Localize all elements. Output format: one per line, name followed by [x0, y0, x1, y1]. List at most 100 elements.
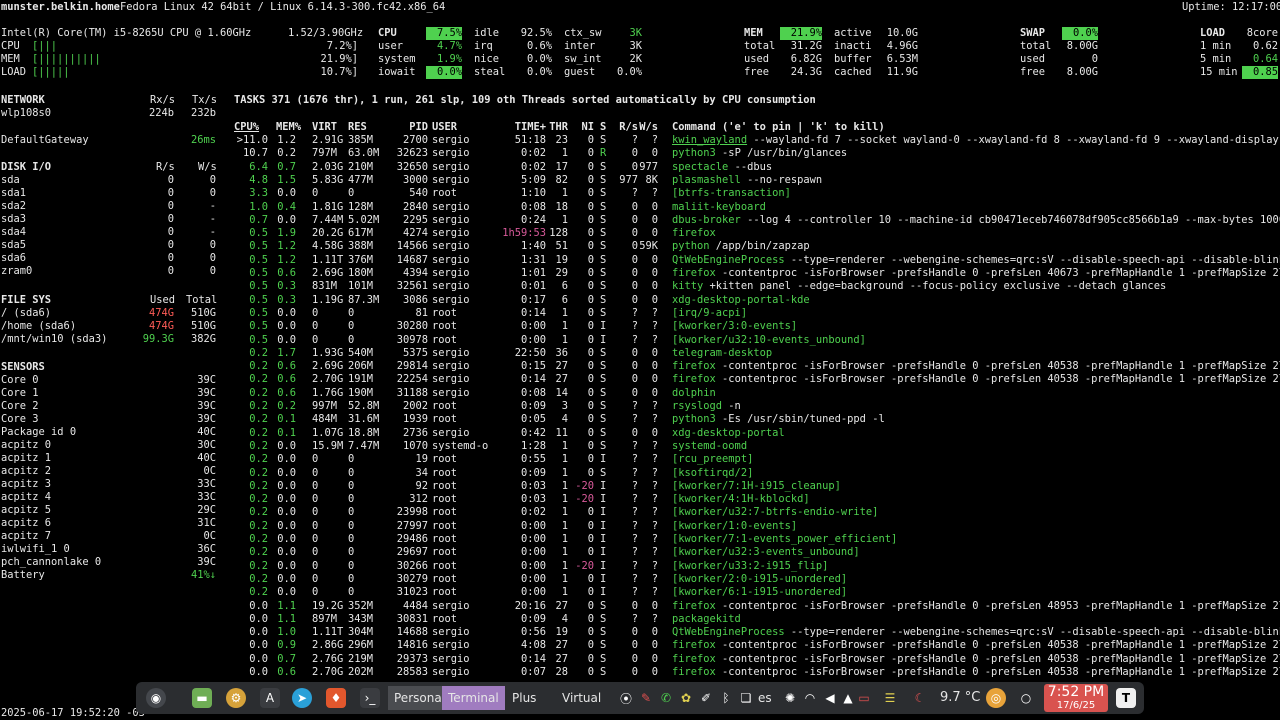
process-row[interactable]: 3.3 0.0 0 0 540 root 1:10 1 0 S?? [btrfs-transacti…: [234, 187, 1280, 200]
process-row[interactable]: 0.7 0.0 7.44M 5.02M 2295 sergio 0:24 1 0 S 0 0 dbus-…: [234, 214, 1280, 227]
process-row[interactable]: 0.5 1.2 4.58G 388M 14566 sergio 1:40 51 0 S 0 59K py…: [234, 240, 1280, 253]
col-time[interactable]: TIME+: [502, 121, 546, 134]
col-user[interactable]: USER: [432, 121, 457, 134]
col-virt[interactable]: VIRT: [312, 121, 337, 134]
process-row[interactable]: 0.0 1.1 897M 343M 30831 root 0:09 4 0 S?? packagek…: [234, 613, 1280, 626]
process-row[interactable]: 0.2 0.6 2.69G 206M 29814 sergio 0:15 27 0 S 0 0 fire…: [234, 360, 1280, 373]
load-stat-label: 5 min: [1200, 53, 1232, 65]
keyboard-layout[interactable]: es: [752, 686, 778, 710]
process-row[interactable]: 0.0 0.9 2.86G 296M 14816 sergio 4:08 27 0 S 0 0 fire…: [234, 639, 1280, 652]
col-rs[interactable]: R/s: [616, 121, 638, 134]
process-row[interactable]: 0.2 0.1 484M 31.6M 1939 root 0:05 4 0 S?? python3 …: [234, 413, 1280, 426]
process-row[interactable]: 0.2 0.0 0 0 29697 root 0:00 1 0 I?? [kworker/u32:3…: [234, 546, 1280, 559]
tab-virtual[interactable]: Virtual: [556, 686, 607, 710]
gitlab-icon[interactable]: ♦: [326, 688, 346, 708]
col-res[interactable]: RES: [348, 121, 367, 134]
process-row[interactable]: 0.2 0.0 0 0 27997 root 0:00 1 0 I?? [kworker/1:0-e…: [234, 520, 1280, 533]
overview-icon[interactable]: ◉: [146, 688, 166, 708]
pin-icon[interactable]: ✎: [636, 688, 656, 708]
mem-stat-label: inacti: [834, 40, 872, 52]
os-info: Fedora Linux 42 64bit / Linux 6.14.3-300…: [120, 1, 446, 13]
process-row[interactable]: 0.2 0.6 1.76G 190M 31188 sergio 0:08 14 0 S 0 0 dolp…: [234, 387, 1280, 400]
process-row[interactable]: 0.0 0.6 2.70G 202M 28583 sergio 0:07 28 0 S 0 0 fire…: [234, 666, 1280, 679]
proc-pid: 3086: [402, 293, 428, 306]
notes-icon[interactable]: ✿: [676, 688, 696, 708]
mem-stat-label: used: [744, 53, 770, 65]
col-command[interactable]: Command ('e' to pin | 'k' to kill): [672, 121, 885, 134]
process-row[interactable]: >11.0 1.2 2.91G 385M 2700 sergio 51:18 23 0 S?? kw…: [234, 134, 1280, 147]
text-editor-icon[interactable]: A: [260, 688, 280, 708]
proc-threads: 1: [561, 187, 568, 200]
proc-read: 0: [631, 626, 638, 639]
volume-icon[interactable]: ◀: [820, 688, 840, 708]
brightness-icon[interactable]: ✺: [780, 688, 800, 708]
telegram-icon[interactable]: ➤: [292, 688, 312, 708]
col-ws[interactable]: W/s: [636, 121, 658, 134]
process-row[interactable]: 0.2 0.0 0 0 23998 root 0:02 1 0 I?? [kworker/u32:7…: [234, 506, 1280, 519]
cpu-stat-value: 3K: [629, 40, 642, 52]
process-row[interactable]: 0.0 0.7 2.76G 219M 29373 sergio 0:14 27 0 S 0 0 fire…: [234, 653, 1280, 666]
process-row[interactable]: 0.2 0.0 0 0 19 root 0:55 1 0 I?? [rcu_preempt]: [234, 453, 1280, 466]
process-row[interactable]: 0.5 0.0 0 0 30280 root 0:00 1 0 I?? [kworker/3:0-e…: [234, 320, 1280, 333]
whatsapp-icon[interactable]: ✆: [656, 688, 676, 708]
process-row[interactable]: 0.2 0.0 0 0 30279 root 0:00 1 0 I?? [kworker/2:0-i…: [234, 573, 1280, 586]
ql-cpu-bar: [|||: [32, 40, 58, 52]
proc-write: 0: [651, 267, 658, 279]
process-row[interactable]: 6.4 0.7 2.03G 210M 32650 sergio 0:02 17 0 S 0 977 sp…: [234, 161, 1280, 174]
col-thr[interactable]: THR: [548, 121, 568, 134]
wifi-icon[interactable]: ◠: [800, 688, 820, 708]
files-icon[interactable]: ▬: [192, 688, 212, 708]
proc-threads: 4: [561, 413, 568, 426]
process-row[interactable]: 1.0 0.4 1.81G 128M 2840 sergio 0:08 18 0 S 0 0 malii…: [234, 201, 1280, 214]
col-s[interactable]: S: [600, 121, 606, 134]
proc-virt: 1.76G: [312, 386, 344, 399]
process-row[interactable]: 0.5 1.2 1.11T 376M 14687 sergio 1:31 19 0 S 0 0 QtWe…: [234, 254, 1280, 267]
calendar-icon[interactable]: ☰: [880, 688, 900, 708]
process-row[interactable]: 0.5 0.0 0 0 30978 root 0:00 1 0 I?? [kworker/u32:1…: [234, 334, 1280, 347]
tab-plus[interactable]: Plus: [506, 686, 542, 710]
process-row[interactable]: 0.0 1.1 19.2G 352M 4484 sergio 20:16 27 0 S 0 0 fire…: [234, 600, 1280, 613]
proc-state: S: [600, 306, 607, 319]
process-row[interactable]: 0.5 0.3 1.19G 87.3M 3086 sergio 0:17 6 0 S 0 0 xdg-d…: [234, 294, 1280, 307]
process-row[interactable]: 0.2 0.0 0 0 34 root 0:09 1 0 S?? [ksoftirqd/2]: [234, 467, 1280, 480]
process-row[interactable]: 0.5 1.9 20.2G 617M 4274 sergio 1h59:53 128 0 S 0 0 f…: [234, 227, 1280, 240]
process-row[interactable]: 0.5 0.3 831M 101M 32561 sergio 0:01 6 0 S 0 0 kitty …: [234, 280, 1280, 293]
process-row[interactable]: 0.2 0.1 1.07G 18.8M 2736 sergio 0:42 11 0 S 0 0 xdg-…: [234, 427, 1280, 440]
process-row[interactable]: 10.7 0.2 797M 63.0M 32623 sergio 0:02 1 0 R 0 0 pyth…: [234, 147, 1280, 160]
circle-icon[interactable]: ○: [1016, 688, 1036, 708]
process-row[interactable]: 0.5 0.0 0 0 81 root 0:14 1 0 S?? [irq/9-acpi]: [234, 307, 1280, 320]
battery-icon[interactable]: ▭: [854, 688, 874, 708]
settings-icon[interactable]: ⚙: [226, 688, 246, 708]
process-row[interactable]: 4.8 1.5 5.83G 477M 3000 sergio 5:09 82 0 S 977 8K pl…: [234, 174, 1280, 187]
process-row[interactable]: 0.5 0.6 2.69G 180M 4394 sergio 1:01 29 0 S 0 0 firef…: [234, 267, 1280, 280]
proc-nice: 0: [587, 280, 594, 293]
proc-read: ?: [631, 134, 638, 146]
process-row[interactable]: 0.2 0.0 0 0 31023 root 0:00 1 0 I?? [kworker/6:1-i…: [234, 586, 1280, 599]
browser-icon[interactable]: ◎: [986, 688, 1006, 708]
process-row[interactable]: 0.2 1.7 1.93G 540M 5375 sergio 22:50 36 0 S 0 0 tele…: [234, 347, 1280, 360]
clock[interactable]: 7:52 PM 17/6/25: [1044, 684, 1108, 712]
tab-terminal[interactable]: Terminal: [442, 686, 505, 710]
show-desktop-icon[interactable]: T: [1116, 688, 1136, 708]
col-cpu[interactable]: CPU%: [234, 121, 268, 134]
col-mem[interactable]: MEM%: [276, 121, 301, 134]
process-row[interactable]: 0.0 1.0 1.11T 304M 14688 sergio 0:56 19 0 S 0 0 QtWe…: [234, 626, 1280, 639]
process-row[interactable]: 0.2 0.0 0 0 312 root 0:03 1 -20 I?? [kworker/4:1H-…: [234, 493, 1280, 506]
pen-icon[interactable]: ✐: [696, 688, 716, 708]
col-ni[interactable]: NI: [572, 121, 594, 134]
weather-temp[interactable]: 9.7 °C: [934, 686, 986, 710]
proc-threads: 1: [561, 586, 568, 599]
proc-nice: 0: [587, 519, 594, 532]
process-row[interactable]: 0.2 0.0 15.9M 7.47M 1070 systemd-o 1:28 1 0 S?? sy…: [234, 440, 1280, 453]
bluetooth-icon[interactable]: ᛒ: [716, 688, 736, 708]
process-row[interactable]: 0.2 0.0 0 0 29486 root 0:00 1 0 I?? [kworker/7:1-e…: [234, 533, 1280, 546]
process-row[interactable]: 0.2 0.0 0 0 92 root 0:03 1 -20 I?? [kworker/7:1H-i…: [234, 480, 1280, 493]
col-pid[interactable]: PID: [394, 121, 428, 134]
process-row[interactable]: 0.2 0.2 997M 52.8M 2002 root 0:09 3 0 S?? rsyslogd…: [234, 400, 1280, 413]
process-row[interactable]: 0.2 0.6 2.70G 191M 22254 sergio 0:14 27 0 S 0 0 fire…: [234, 373, 1280, 386]
proc-time: 0:14: [520, 306, 546, 319]
terminal-icon[interactable]: ›_: [360, 688, 380, 708]
proc-res: 52.8M: [348, 400, 380, 412]
record-icon[interactable]: ⦿: [616, 688, 636, 708]
process-row[interactable]: 0.2 0.0 0 0 30266 root 0:00 1 -20 I?? [kworker/u33…: [234, 560, 1280, 573]
